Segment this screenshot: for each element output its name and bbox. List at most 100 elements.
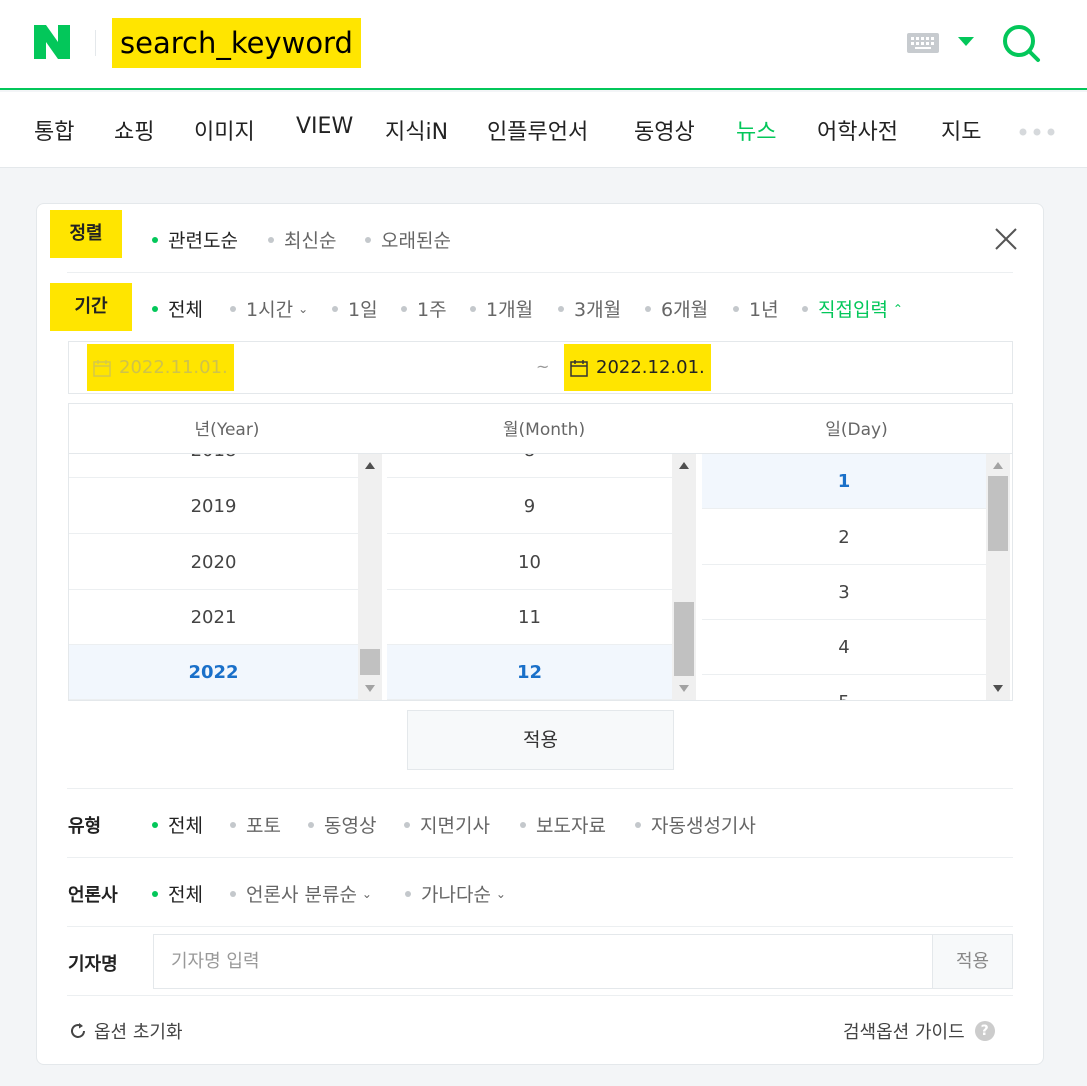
month-item[interactable]: 10 [387,535,672,590]
period-option-all[interactable]: 전체 [152,295,203,322]
period-option-1day[interactable]: 1일 [332,295,378,322]
press-option-all[interactable]: 전체 [152,880,203,907]
end-date-value: 2022.12.01. [596,357,705,378]
reporter-label: 기자명 [68,954,118,975]
month-item[interactable]: 9 [387,479,672,534]
reset-label: 옵션 초기화 [94,1022,183,1043]
scroll-up-icon[interactable] [679,462,689,469]
bullet-dot [802,305,808,312]
month-item[interactable]: 8 [387,454,672,478]
search-option-guide-link[interactable]: 검색옵션 가이드 ? [843,1018,995,1044]
year-item-selected[interactable]: 2022 [69,645,358,700]
month-list[interactable]: 8 9 10 11 12 [387,454,672,700]
bullet-dot [470,305,476,312]
keyboard-icon[interactable] [907,33,939,53]
scroll-thumb[interactable] [360,649,380,675]
search-icon[interactable] [1001,23,1041,63]
date-apply-button[interactable]: 적용 [407,710,674,770]
sort-option-latest[interactable]: 최신순 [268,226,336,253]
bullet-dot [645,305,651,312]
selected-dot [152,236,158,243]
tab-knowledge-in[interactable]: 지식iN [385,114,448,146]
type-option-print[interactable]: 지면기사 [404,811,490,838]
type-option-label: 포토 [246,815,281,837]
day-column-header: 일(Day) [825,420,888,440]
tab-dictionary[interactable]: 어학사전 [817,114,898,146]
refresh-icon [71,1023,85,1038]
close-icon[interactable] [993,226,1019,252]
naver-logo-icon[interactable] [34,25,70,59]
day-item[interactable]: 2 [702,510,986,565]
scroll-up-icon[interactable] [993,462,1003,469]
press-option-category[interactable]: 언론사 분류순 ⌄ [230,880,372,907]
day-item[interactable]: 5 [702,675,986,700]
year-list[interactable]: 2018 2019 2020 2021 2022 [69,454,358,700]
month-column-header: 월(Month) [502,420,586,440]
period-option-1hour[interactable]: 1시간 ⌄ [230,295,308,322]
tab-influencer[interactable]: 인플루언서 [487,114,588,146]
day-item[interactable]: 3 [702,565,986,620]
chevron-down-icon: ⌄ [495,886,506,901]
sort-option-label: 최신순 [284,230,337,252]
reporter-apply-button[interactable]: 적용 [932,934,1013,989]
search-header: search_keyword [0,0,1087,90]
tab-shopping[interactable]: 쇼핑 [114,114,154,146]
selected-dot [152,890,158,897]
start-date-field[interactable]: 2022.11.01. [87,344,234,391]
bullet-dot [230,305,236,312]
year-item[interactable]: 2020 [69,535,358,590]
month-scrollbar[interactable] [672,454,696,700]
reset-options-button[interactable]: 옵션 초기화 [68,1018,183,1044]
month-item-selected[interactable]: 12 [387,645,672,700]
tab-news[interactable]: 뉴스 [736,114,776,146]
period-option-label: 직접입력 [818,299,888,321]
end-date-field[interactable]: 2022.12.01. [564,344,711,391]
type-option-press-release[interactable]: 보도자료 [520,811,606,838]
period-option-label: 1시간 [246,299,294,321]
type-option-auto-generated[interactable]: 자동생성기사 [635,811,756,838]
tab-images[interactable]: 이미지 [194,114,255,146]
press-option-label: 가나다순 [421,884,491,906]
sort-option-relevance[interactable]: 관련도순 [152,226,238,253]
bullet-dot [520,821,526,828]
month-item[interactable]: 11 [387,590,672,645]
day-list[interactable]: 1 2 3 4 5 [702,454,986,700]
press-option-alphabetical[interactable]: 가나다순 ⌄ [405,880,506,907]
year-item[interactable]: 2021 [69,590,358,645]
tab-integrated[interactable]: 통합 [34,114,74,146]
scroll-down-icon[interactable] [365,685,375,692]
period-option-custom[interactable]: 직접입력 ⌃ [802,295,903,322]
tab-view[interactable]: VIEW [296,114,353,139]
tab-video[interactable]: 동영상 [634,114,695,146]
period-option-6months[interactable]: 6개월 [645,295,708,322]
period-option-1week[interactable]: 1주 [401,295,447,322]
year-column-header: 년(Year) [194,420,260,440]
period-option-1month[interactable]: 1개월 [470,295,533,322]
scroll-down-icon[interactable] [679,685,689,692]
sort-option-oldest[interactable]: 오래된순 [365,226,451,253]
more-tabs-icon[interactable] [1019,128,1055,136]
scroll-down-icon[interactable] [993,685,1003,692]
selected-dot [152,821,158,828]
scroll-thumb[interactable] [988,476,1008,551]
year-scrollbar[interactable] [358,454,382,700]
day-item-selected[interactable]: 1 [702,454,986,509]
day-scrollbar[interactable] [986,454,1010,700]
type-option-video[interactable]: 동영상 [308,811,376,838]
calendar-icon [93,359,111,377]
year-item[interactable]: 2019 [69,479,358,534]
period-option-1year[interactable]: 1년 [733,295,779,322]
year-item[interactable]: 2018 [69,454,358,478]
period-option-label: 전체 [168,299,203,321]
type-option-all[interactable]: 전체 [152,811,203,838]
scroll-thumb[interactable] [674,602,694,676]
period-option-3months[interactable]: 3개월 [558,295,621,322]
guide-label: 검색옵션 가이드 [843,1022,965,1043]
autocomplete-toggle-icon[interactable] [958,37,974,46]
type-option-photo[interactable]: 포토 [230,811,281,838]
search-input[interactable]: search_keyword [112,18,361,68]
scroll-up-icon[interactable] [365,462,375,469]
tab-map[interactable]: 지도 [941,114,981,146]
day-item[interactable]: 4 [702,620,986,675]
reporter-name-input[interactable]: 기자명 입력 [153,934,933,989]
